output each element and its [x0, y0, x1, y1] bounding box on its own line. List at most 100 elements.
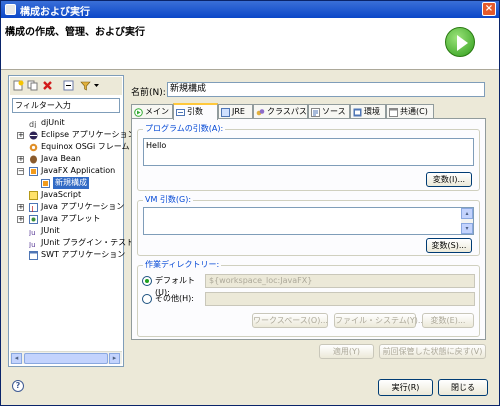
- scroll-down-button[interactable]: ▾: [461, 223, 473, 234]
- tree-label: Java アプレット: [41, 214, 101, 223]
- radio-button[interactable]: [142, 294, 152, 304]
- revert-button[interactable]: 前回保管した状態に戻す(V): [379, 344, 486, 359]
- common-tab-icon: [389, 108, 398, 117]
- bean-icon: [30, 155, 37, 164]
- tab-environment[interactable]: 環境: [350, 104, 386, 119]
- expand-toggle[interactable]: +: [17, 132, 24, 139]
- jre-tab-icon: [221, 108, 230, 117]
- radio-button[interactable]: [142, 276, 152, 286]
- close-window-button[interactable]: ×: [482, 2, 496, 16]
- tree-toolbar: [10, 77, 122, 95]
- window-title: 構成および実行: [20, 7, 90, 18]
- equinox-icon: [29, 143, 38, 152]
- tab-source[interactable]: ソース: [308, 104, 350, 119]
- applet-icon: [29, 215, 38, 224]
- main-tab-icon: [134, 108, 143, 117]
- name-label: 名前(N):: [131, 88, 166, 98]
- app-icon: [5, 4, 16, 15]
- tab-label: 引数: [187, 107, 203, 116]
- swt-icon: [29, 251, 38, 260]
- dialog-window: 構成および実行 × 構成の作成、管理、および実行 フィルター入力 dj djUn…: [0, 0, 500, 406]
- tree-label: djUnit: [41, 118, 65, 127]
- help-icon[interactable]: ?: [12, 380, 24, 392]
- tree-label-selected: 新規構成: [53, 177, 89, 189]
- expand-toggle[interactable]: +: [17, 216, 24, 223]
- duplicate-icon[interactable]: [27, 80, 38, 91]
- tab-jre[interactable]: JRE: [218, 104, 253, 119]
- variables-button-3[interactable]: 変数(E)...: [422, 313, 474, 328]
- tab-main[interactable]: メイン: [131, 104, 173, 119]
- tree-label: Eclipse アプリケーション: [41, 130, 136, 139]
- tree-label: JUnit: [41, 226, 60, 235]
- filter-icon[interactable]: [80, 80, 91, 91]
- collapse-all-icon[interactable]: [63, 80, 74, 91]
- program-args-textarea[interactable]: Hello: [143, 138, 474, 166]
- variables-button-1[interactable]: 変数(I)...: [426, 172, 472, 187]
- apply-button[interactable]: 適用(Y): [319, 344, 374, 359]
- program-args-label: プログラムの引数(A):: [143, 123, 226, 134]
- svg-text:J: J: [31, 205, 34, 212]
- filesystem-button[interactable]: ファイル・システム(Y)...: [334, 313, 426, 328]
- working-directory-label: 作業ディレクトリー:: [143, 259, 222, 270]
- other-radio[interactable]: その他(H):: [142, 293, 204, 305]
- vm-args-group: VM 引数(G): ▴ ▾ 変数(S)...: [137, 194, 480, 256]
- javascript-icon: [29, 191, 38, 200]
- arguments-panel: プログラムの引数(A): Hello 変数(I)... VM 引数(G): ▴ …: [131, 118, 486, 340]
- scroll-thumb[interactable]: [24, 353, 108, 364]
- svg-text:dj: dj: [29, 120, 36, 128]
- program-args-group: プログラムの引数(A): Hello 変数(I)...: [137, 123, 480, 191]
- tab-label: 環境: [364, 107, 380, 116]
- variables-button-2[interactable]: 変数(S)...: [426, 238, 472, 253]
- run-button[interactable]: 実行(R): [378, 379, 433, 396]
- collapse-toggle[interactable]: −: [17, 168, 24, 175]
- filter-input[interactable]: フィルター入力: [12, 98, 120, 113]
- expand-toggle[interactable]: +: [17, 156, 24, 163]
- tab-arguments[interactable]: 引数: [173, 103, 218, 120]
- tree-label: Java アプリケーション: [41, 202, 125, 211]
- scroll-left-button[interactable]: ◂: [11, 353, 22, 364]
- arguments-tab-icon: [176, 109, 185, 116]
- junit-icon: Ju: [29, 229, 36, 236]
- config-tree-panel: フィルター入力 dj djUnit + Eclipse アプリケーション Equ…: [8, 75, 135, 367]
- tree-label: JavaFX Application: [41, 166, 116, 175]
- title-bar[interactable]: 構成および実行 ×: [1, 1, 499, 18]
- vm-args-scrollbar[interactable]: ▴ ▾: [461, 208, 473, 234]
- tab-label: 共通(C): [400, 107, 428, 116]
- expand-toggle[interactable]: +: [17, 204, 24, 211]
- dropdown-icon[interactable]: [93, 80, 100, 91]
- classpath-tab-icon: [256, 109, 265, 116]
- tree-label: JUnit プラグイン・テスト: [41, 238, 135, 247]
- working-directory-group: 作業ディレクトリー: デフォルト(U): ${workspace_loc:Jav…: [137, 259, 480, 337]
- tab-classpath[interactable]: クラスパス: [253, 104, 308, 119]
- other-directory-field: [205, 292, 475, 306]
- tree-label: Java Bean: [41, 154, 81, 163]
- close-button[interactable]: 閉じる: [438, 379, 488, 396]
- svg-text:Ju: Ju: [29, 229, 36, 236]
- javafx-icon: [29, 167, 38, 176]
- tab-label: ソース: [322, 107, 346, 116]
- default-radio[interactable]: デフォルト(U):: [142, 275, 204, 297]
- workspace-button[interactable]: ワークスペース(O)...: [252, 313, 328, 328]
- new-config-icon[interactable]: [13, 80, 24, 91]
- tab-label: クラスパス: [267, 107, 307, 116]
- header-banner: 構成の作成、管理、および実行: [1, 18, 499, 70]
- run-icon: [445, 27, 475, 57]
- source-tab-icon: [311, 108, 320, 117]
- tab-label: JRE: [232, 107, 245, 116]
- vm-args-label: VM 引数(G):: [143, 194, 194, 205]
- banner-heading: 構成の作成、管理、および実行: [5, 27, 145, 38]
- config-icon: [41, 179, 50, 188]
- eclipse-icon: [29, 131, 38, 140]
- default-directory-field: ${workspace_loc:JavaFX}: [205, 274, 475, 288]
- tab-common[interactable]: 共通(C): [386, 104, 434, 119]
- svg-text:Ju: Ju: [29, 241, 36, 248]
- tree-hscrollbar[interactable]: ◂ ▸: [10, 351, 122, 364]
- scroll-right-button[interactable]: ▸: [109, 353, 120, 364]
- name-input[interactable]: 新規構成: [167, 82, 485, 97]
- delete-icon[interactable]: [42, 80, 53, 91]
- environment-tab-icon: [353, 108, 362, 117]
- tree-label: SWT アプリケーション: [41, 250, 126, 259]
- tab-label: メイン: [145, 107, 169, 116]
- scroll-up-button[interactable]: ▴: [461, 208, 473, 219]
- vm-args-textarea[interactable]: ▴ ▾: [143, 207, 474, 235]
